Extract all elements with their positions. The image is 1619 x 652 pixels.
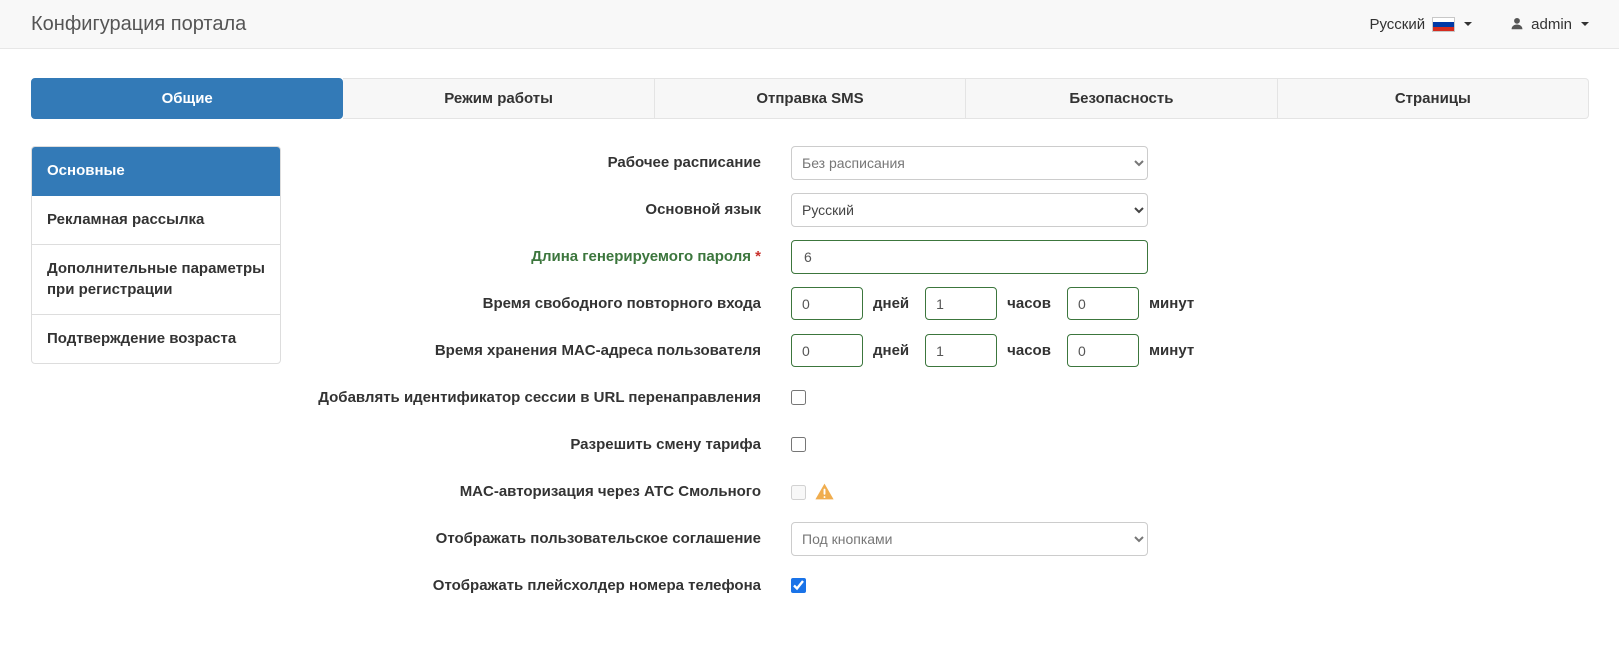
password-length-input[interactable] (791, 240, 1148, 274)
free-reentry-days-input[interactable] (791, 287, 863, 320)
sidebar-item-ad-mailing[interactable]: Рекламная рассылка (32, 196, 280, 245)
mac-storage-minutes-input[interactable] (1067, 334, 1139, 367)
free-reentry-hours-input[interactable] (925, 287, 997, 320)
schedule-label: Рабочее расписание (301, 146, 761, 173)
password-length-label: Длина генерируемого пароля * (301, 240, 761, 267)
days-unit-label: дней (873, 342, 909, 359)
sidebar-item-age-confirmation[interactable]: Подтверждение возраста (32, 315, 280, 363)
days-unit-label: дней (873, 295, 909, 312)
show-phone-placeholder-checkbox[interactable] (791, 578, 806, 593)
mac-auth-ats-label: MAC-авторизация через АТС Смольного (301, 475, 761, 502)
hours-unit-label: часов (1007, 295, 1051, 312)
top-header: Конфигурация портала Русский admi (0, 0, 1619, 49)
mac-storage-time-label: Время хранения MAC-адреса пользователя (301, 334, 761, 361)
form-row: Разрешить смену тарифа (301, 428, 1589, 462)
sidebar-item-main[interactable]: Основные (32, 147, 280, 196)
form-row: Время свободного повторного входа дней ч… (301, 287, 1589, 321)
page-title: Конфигурация портала (31, 13, 246, 36)
settings-sidebar: Основные Рекламная рассылка Дополнительн… (31, 146, 281, 364)
sidebar-item-extra-registration-params[interactable]: Дополнительные параметры при регистрации (32, 245, 280, 316)
user-icon (1510, 17, 1524, 31)
tab-general[interactable]: Общие (31, 78, 343, 119)
general-settings-form: Рабочее расписание Без расписания Основн… (281, 146, 1589, 616)
mac-storage-hours-input[interactable] (925, 334, 997, 367)
free-reentry-minutes-input[interactable] (1067, 287, 1139, 320)
tab-bar: Общие Режим работы Отправка SMS Безопасн… (31, 78, 1589, 119)
russia-flag-icon (1432, 17, 1455, 32)
required-asterisk: * (755, 248, 761, 265)
header-actions: Русский admin (1369, 16, 1589, 33)
session-id-url-label: Добавлять идентификатор сессии в URL пер… (301, 381, 761, 408)
show-user-agreement-label: Отображать пользовательское соглашение (301, 522, 761, 549)
tab-sms-sending[interactable]: Отправка SMS (655, 78, 966, 119)
form-row: Время хранения MAC-адреса пользователя д… (301, 334, 1589, 368)
form-row: Отображать пользовательское соглашение П… (301, 522, 1589, 556)
language-label: Русский (1369, 16, 1425, 33)
tab-pages[interactable]: Страницы (1278, 78, 1589, 119)
mac-storage-days-input[interactable] (791, 334, 863, 367)
user-menu[interactable]: admin (1510, 16, 1589, 33)
allow-tariff-change-label: Разрешить смену тарифа (301, 428, 761, 455)
form-row: MAC-авторизация через АТС Смольного (301, 475, 1589, 509)
main-area: Основные Рекламная рассылка Дополнительн… (31, 146, 1589, 616)
form-row: Основной язык Русский (301, 193, 1589, 227)
user-name: admin (1531, 16, 1572, 33)
allow-tariff-change-checkbox[interactable] (791, 437, 806, 452)
free-reentry-time-label: Время свободного повторного входа (301, 287, 761, 314)
tab-security[interactable]: Безопасность (966, 78, 1277, 119)
warning-triangle-icon (815, 483, 834, 500)
session-id-url-checkbox[interactable] (791, 390, 806, 405)
mac-auth-ats-checkbox (791, 485, 806, 500)
caret-down-icon (1464, 22, 1472, 26)
show-phone-placeholder-label: Отображать плейсхолдер номера телефона (301, 569, 761, 596)
form-row: Рабочее расписание Без расписания (301, 146, 1589, 180)
schedule-select[interactable]: Без расписания (791, 146, 1148, 180)
main-language-select[interactable]: Русский (791, 193, 1148, 227)
minutes-unit-label: минут (1149, 342, 1194, 359)
caret-down-icon (1581, 22, 1589, 26)
portal-config-panel: Общие Режим работы Отправка SMS Безопасн… (0, 49, 1619, 616)
hours-unit-label: часов (1007, 342, 1051, 359)
minutes-unit-label: минут (1149, 295, 1194, 312)
form-row: Отображать плейсхолдер номера телефона (301, 569, 1589, 603)
main-language-label: Основной язык (301, 193, 761, 220)
form-row: Длина генерируемого пароля * (301, 240, 1589, 274)
show-user-agreement-select[interactable]: Под кнопками (791, 522, 1148, 556)
language-selector[interactable]: Русский (1369, 16, 1472, 33)
tab-work-mode[interactable]: Режим работы (343, 78, 654, 119)
form-row: Добавлять идентификатор сессии в URL пер… (301, 381, 1589, 415)
